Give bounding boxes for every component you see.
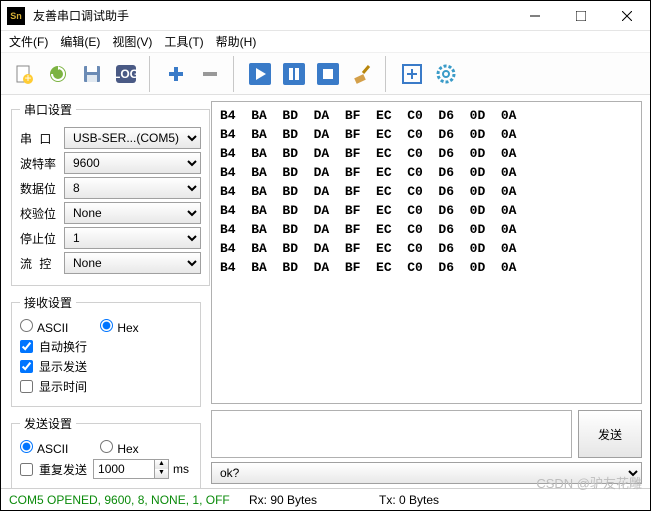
serial-settings-group: 串口设置 串 口USB-SER...(COM5) 波特率9600 数据位8 校验… bbox=[11, 101, 210, 286]
port-label: 串 口 bbox=[20, 130, 64, 147]
pause-icon[interactable] bbox=[277, 57, 311, 91]
stop-icon[interactable] bbox=[311, 57, 345, 91]
new-icon[interactable]: + bbox=[7, 57, 41, 91]
send-textarea[interactable] bbox=[211, 410, 572, 458]
menu-edit[interactable]: 编辑(E) bbox=[60, 33, 100, 50]
minus-icon[interactable] bbox=[193, 57, 227, 91]
port-select[interactable]: USB-SER...(COM5) bbox=[64, 127, 201, 149]
repeat-checkbox[interactable] bbox=[20, 463, 33, 476]
plus-icon[interactable] bbox=[159, 57, 193, 91]
recv-ascii-radio[interactable]: ASCII bbox=[20, 319, 68, 335]
gear-icon[interactable] bbox=[429, 57, 463, 91]
status-rx: Rx: 90 Bytes bbox=[249, 493, 379, 507]
send-button[interactable]: 发送 bbox=[578, 410, 642, 458]
flow-label: 流 控 bbox=[20, 255, 64, 272]
status-connection: COM5 OPENED, 9600, 8, NONE, 1, OFF bbox=[1, 493, 249, 507]
baud-select[interactable]: 9600 bbox=[64, 152, 201, 174]
menu-help[interactable]: 帮助(H) bbox=[216, 33, 257, 50]
app-icon: Sn bbox=[7, 7, 25, 25]
history-select[interactable]: ok? bbox=[211, 462, 642, 484]
wrap-checkbox[interactable] bbox=[20, 340, 33, 353]
status-bar: COM5 OPENED, 9600, 8, NONE, 1, OFF Rx: 9… bbox=[1, 488, 650, 510]
showtx-checkbox[interactable] bbox=[20, 360, 33, 373]
recv-hex-radio[interactable]: Hex bbox=[100, 319, 138, 335]
minimize-button[interactable] bbox=[512, 1, 558, 31]
menu-tools[interactable]: 工具(T) bbox=[164, 33, 203, 50]
clear-icon[interactable] bbox=[345, 57, 379, 91]
menu-bar: 文件(F) 编辑(E) 视图(V) 工具(T) 帮助(H) bbox=[1, 31, 650, 53]
play-icon[interactable] bbox=[243, 57, 277, 91]
stopbits-select[interactable]: 1 bbox=[64, 227, 201, 249]
menu-view[interactable]: 视图(V) bbox=[112, 33, 152, 50]
recv-settings-group: 接收设置 ASCII Hex 自动换行 显示发送 显示时间 bbox=[11, 294, 201, 407]
maximize-button[interactable] bbox=[558, 1, 604, 31]
send-ascii-radio[interactable]: ASCII bbox=[20, 440, 68, 456]
close-button[interactable] bbox=[604, 1, 650, 31]
databits-label: 数据位 bbox=[20, 180, 64, 197]
status-tx: Tx: 0 Bytes bbox=[379, 493, 499, 507]
open-icon[interactable] bbox=[41, 57, 75, 91]
flow-select[interactable]: None bbox=[64, 252, 201, 274]
interval-spinner[interactable]: ▲▼ bbox=[93, 459, 169, 479]
left-panel: 串口设置 串 口USB-SER...(COM5) 波特率9600 数据位8 校验… bbox=[1, 95, 209, 488]
right-panel: B4 BA BD DA BF EC C0 D6 0D 0A B4 BA BD D… bbox=[209, 95, 650, 488]
parity-label: 校验位 bbox=[20, 205, 64, 222]
svg-text:LOG: LOG bbox=[114, 67, 138, 81]
stopbits-label: 停止位 bbox=[20, 230, 64, 247]
databits-select[interactable]: 8 bbox=[64, 177, 201, 199]
add-window-icon[interactable] bbox=[395, 57, 429, 91]
toolbar: + LOG bbox=[1, 53, 650, 95]
send-settings-group: 发送设置 ASCII Hex 重复发送 ▲▼ ms bbox=[11, 415, 201, 488]
log-icon[interactable]: LOG bbox=[109, 57, 143, 91]
menu-file[interactable]: 文件(F) bbox=[9, 33, 48, 50]
send-hex-radio[interactable]: Hex bbox=[100, 440, 138, 456]
showtime-checkbox[interactable] bbox=[20, 380, 33, 393]
window-title: 友善串口调试助手 bbox=[33, 7, 512, 24]
title-bar: Sn 友善串口调试助手 bbox=[1, 1, 650, 31]
receive-textarea[interactable]: B4 BA BD DA BF EC C0 D6 0D 0A B4 BA BD D… bbox=[211, 101, 642, 404]
parity-select[interactable]: None bbox=[64, 202, 201, 224]
save-icon[interactable] bbox=[75, 57, 109, 91]
svg-text:+: + bbox=[24, 71, 31, 85]
baud-label: 波特率 bbox=[20, 155, 64, 172]
